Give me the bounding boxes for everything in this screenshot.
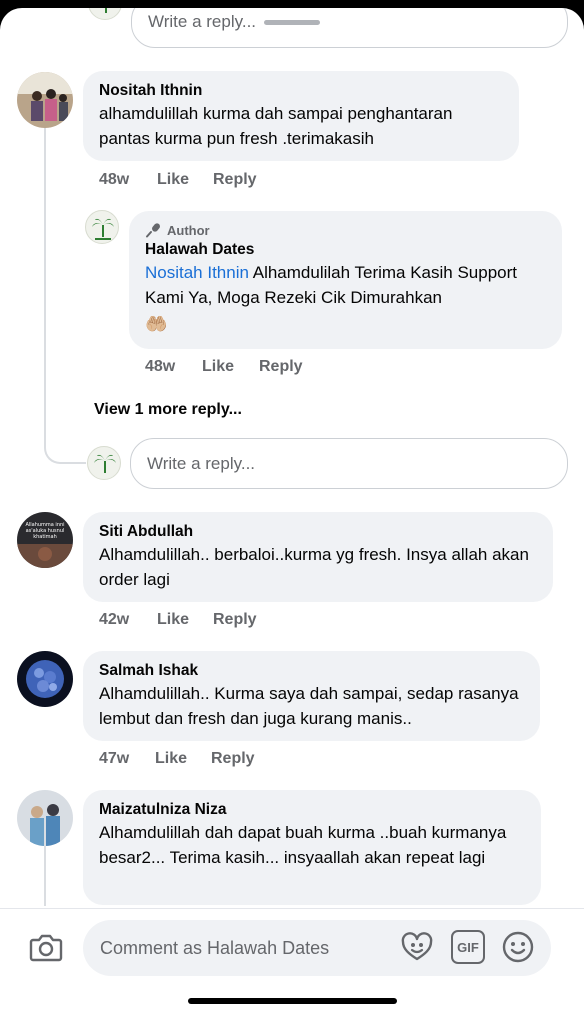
comment-text: Alhamdulillah.. Kurma saya dah sampai, s… (99, 684, 519, 728)
comment-input-placeholder: Comment as Halawah Dates (100, 937, 330, 958)
comment-bubble[interactable]: Maizatulniza Niza Alhamdulillah dah dapa… (83, 790, 541, 905)
emoji-icon[interactable] (500, 929, 536, 965)
like-button[interactable]: Like (155, 750, 211, 768)
avatar-nositah[interactable] (17, 72, 73, 128)
reply-input-top-placeholder: Write a reply... (148, 12, 257, 31)
comment-time[interactable]: 48w (99, 171, 157, 189)
comment-actions: 47w Like Reply (99, 750, 255, 768)
comment-text: Alhamdulillah.. berbaloi..kurma yg fresh… (99, 545, 529, 589)
camera-icon[interactable] (28, 929, 64, 965)
reply-button[interactable]: Reply (213, 171, 257, 189)
gif-icon[interactable]: GIF (451, 930, 485, 964)
home-indicator[interactable] (188, 998, 397, 1004)
microphone-icon (146, 223, 160, 238)
like-button[interactable]: Like (202, 358, 259, 376)
reply-text: Nositah Ithnin Alhamdulilah Terima Kasih… (145, 260, 546, 310)
view-more-replies[interactable]: View 1 more reply... (94, 401, 242, 419)
comment-author[interactable]: Nositah Ithnin (99, 81, 503, 101)
reply-button[interactable]: Reply (213, 611, 257, 629)
page-avatar (88, 8, 122, 20)
comment-time[interactable]: 42w (99, 611, 157, 629)
comment-actions: 48w Like Reply (99, 171, 257, 189)
thread-curve (44, 408, 86, 464)
page-avatar[interactable] (85, 210, 119, 244)
comments-sheet: Write a reply... Nositah Ithnin alhamdul… (0, 8, 584, 1024)
page-avatar (87, 446, 121, 480)
author-reply-bubble[interactable]: Author Halawah Dates Nositah Ithnin Alha… (129, 211, 562, 349)
comment-bubble[interactable]: Salmah Ishak Alhamdulillah.. Kurma saya … (83, 651, 540, 741)
reply-button[interactable]: Reply (211, 750, 255, 768)
palm-logo-icon (94, 454, 116, 473)
comment-text: alhamdulillah kurma dah sampai penghanta… (99, 104, 453, 148)
thread-line (44, 846, 46, 906)
palm-logo-icon (105, 8, 107, 13)
thread-line (44, 128, 46, 448)
reply-input[interactable]: Write a reply... (130, 438, 568, 489)
reply-curve (44, 196, 82, 230)
palm-logo-icon (92, 218, 114, 240)
gif-icon-label: GIF (457, 939, 479, 955)
comment-author[interactable]: Maizatulniza Niza (99, 800, 525, 820)
avatar-maizatulniza[interactable] (17, 790, 73, 846)
reply-input-placeholder: Write a reply... (147, 453, 256, 473)
mention-link[interactable]: Nositah Ithnin (145, 263, 249, 282)
comment-author[interactable]: Siti Abdullah (99, 522, 537, 542)
avatar-siti[interactable]: Allahumma inni as'aluka husnul khatimah (17, 512, 73, 568)
reply-actions: 48w Like Reply (145, 358, 303, 376)
reply-time[interactable]: 48w (145, 358, 202, 376)
author-badge-label: Author (167, 222, 210, 238)
reply-button[interactable]: Reply (259, 358, 303, 376)
comment-actions: 42w Like Reply (99, 611, 257, 629)
comment-time[interactable]: 47w (99, 750, 155, 768)
like-button[interactable]: Like (157, 171, 213, 189)
comment-composer: Comment as Halawah Dates GIF (0, 908, 584, 998)
comment-bubble[interactable]: Siti Abdullah Alhamdulillah.. berbaloi..… (83, 512, 553, 602)
avatar-sticker-icon[interactable] (399, 929, 435, 965)
reply-emoji: 🤲🏼 (145, 314, 168, 334)
reply-input-top[interactable]: Write a reply... (131, 8, 568, 48)
reply-author[interactable]: Halawah Dates (145, 240, 546, 260)
like-button[interactable]: Like (157, 611, 213, 629)
author-badge: Author (145, 222, 546, 238)
comment-author[interactable]: Salmah Ishak (99, 661, 524, 681)
comment-bubble[interactable]: Nositah Ithnin alhamdulillah kurma dah s… (83, 71, 519, 161)
comment-text: Alhamdulillah dah dapat buah kurma ..bua… (99, 823, 507, 867)
avatar-salmah[interactable] (17, 651, 73, 707)
